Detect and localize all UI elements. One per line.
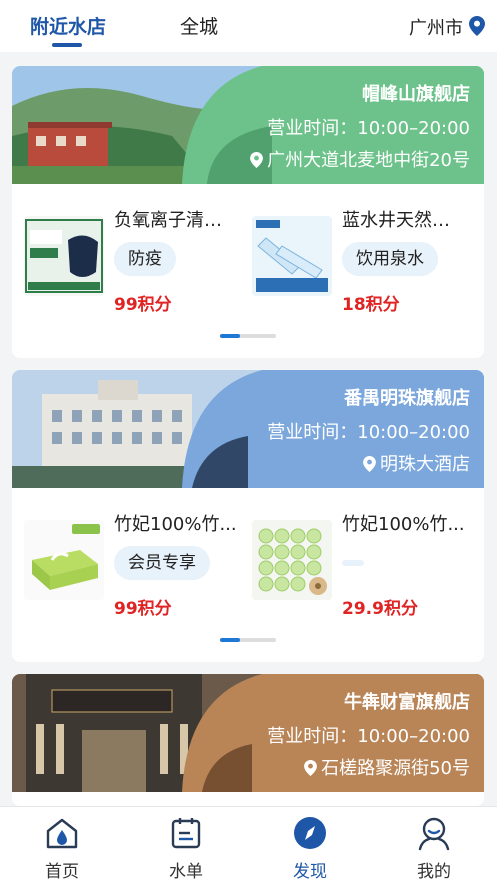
store-address-text: 石槎路聚源街50号 (321, 758, 470, 779)
nav-discover[interactable]: 发现 (260, 815, 360, 882)
product-price: 29.9积分 (342, 599, 418, 619)
store-address: 石槎路聚源街50号 (304, 754, 470, 780)
location-pin-icon[interactable] (469, 16, 485, 36)
store-card[interactable]: 牛犇财富旗舰店 营业时间：10:00–20:00 石槎路聚源街50号 (12, 674, 484, 806)
product-name: 竹妃100%竹... (114, 514, 237, 535)
product-tag-empty (342, 560, 364, 566)
address-pin-icon (363, 456, 376, 472)
product-item[interactable]: 竹妃100%竹... 29.9积分 (240, 506, 466, 619)
product-price: 99积分 (114, 295, 172, 315)
store-name: 番禺明珠旗舰店 (344, 388, 470, 409)
store-name: 牛犇财富旗舰店 (344, 692, 470, 713)
nav-label: 水单 (169, 862, 203, 882)
product-tag: 防疫 (114, 242, 176, 276)
store-name: 帽峰山旗舰店 (362, 84, 470, 105)
product-image-mask (24, 216, 104, 296)
tab-nearby-stores[interactable]: 附近水店 (30, 12, 106, 39)
store-banner[interactable]: 帽峰山旗舰店 营业时间：10:00–20:00 广州大道北麦地中街20号 (12, 66, 484, 184)
nav-label: 发现 (293, 862, 327, 882)
top-bar: 附近水店 全城 广州市 (0, 0, 497, 52)
store-hours: 营业时间：10:00–20:00 (267, 118, 470, 139)
product-image-water (252, 216, 332, 296)
product-tag: 饮用泉水 (342, 242, 438, 276)
store-hours: 营业时间：10:00–20:00 (267, 726, 470, 747)
product-item[interactable]: 竹妃100%竹... 会员专享 99积分 (12, 506, 238, 619)
active-tab-indicator (52, 43, 82, 47)
discover-compass-icon (294, 817, 326, 849)
address-pin-icon (250, 152, 263, 168)
profile-icon (418, 817, 450, 851)
product-image-toilet-paper (252, 520, 332, 600)
nav-label: 我的 (417, 862, 451, 882)
nav-home[interactable]: 首页 (12, 815, 112, 882)
store-card[interactable]: 番禺明珠旗舰店 营业时间：10:00–20:00 明珠大酒店 竹妃100%竹..… (12, 370, 484, 662)
product-image-tissue (24, 520, 104, 600)
water-bill-icon (171, 818, 201, 849)
product-item[interactable]: 蓝水井天然饮... 饮用泉水 18积分 (240, 202, 466, 315)
product-name: 竹妃100%竹... (342, 514, 465, 535)
carousel-indicator (220, 334, 276, 338)
product-name: 蓝水井天然饮... (342, 210, 466, 231)
nav-profile[interactable]: 我的 (384, 815, 484, 882)
product-carousel[interactable]: 负氧离子清新... 防疫 99积分 蓝水井天然饮... 饮用泉水 18积分 (12, 184, 484, 356)
product-price: 99积分 (114, 599, 172, 619)
nav-label: 首页 (45, 862, 79, 882)
nav-water-bill[interactable]: 水单 (136, 815, 236, 882)
home-drop-icon (46, 818, 78, 849)
store-address-text: 明珠大酒店 (380, 454, 470, 475)
product-item[interactable]: 负氧离子清新... 防疫 99积分 (12, 202, 238, 315)
store-banner[interactable]: 牛犇财富旗舰店 营业时间：10:00–20:00 石槎路聚源街50号 (12, 674, 484, 792)
product-name: 负氧离子清新... (114, 210, 238, 231)
store-hours: 营业时间：10:00–20:00 (267, 422, 470, 443)
address-pin-icon (304, 760, 317, 776)
tab-citywide[interactable]: 全城 (180, 12, 218, 39)
store-address: 明珠大酒店 (363, 450, 470, 476)
product-price: 18积分 (342, 295, 400, 315)
city-selector[interactable]: 广州市 (409, 14, 463, 40)
product-tag: 会员专享 (114, 546, 210, 580)
store-card[interactable]: 帽峰山旗舰店 营业时间：10:00–20:00 广州大道北麦地中街20号 负氧离… (12, 66, 484, 358)
store-address-text: 广州大道北麦地中街20号 (267, 150, 470, 171)
bottom-navigation: 首页 水单 发现 我的 (0, 806, 497, 883)
store-banner[interactable]: 番禺明珠旗舰店 营业时间：10:00–20:00 明珠大酒店 (12, 370, 484, 488)
product-carousel[interactable]: 竹妃100%竹... 会员专享 99积分 竹妃100%竹... 29.9积分 (12, 488, 484, 660)
store-address: 广州大道北麦地中街20号 (250, 146, 470, 172)
carousel-indicator (220, 638, 276, 642)
